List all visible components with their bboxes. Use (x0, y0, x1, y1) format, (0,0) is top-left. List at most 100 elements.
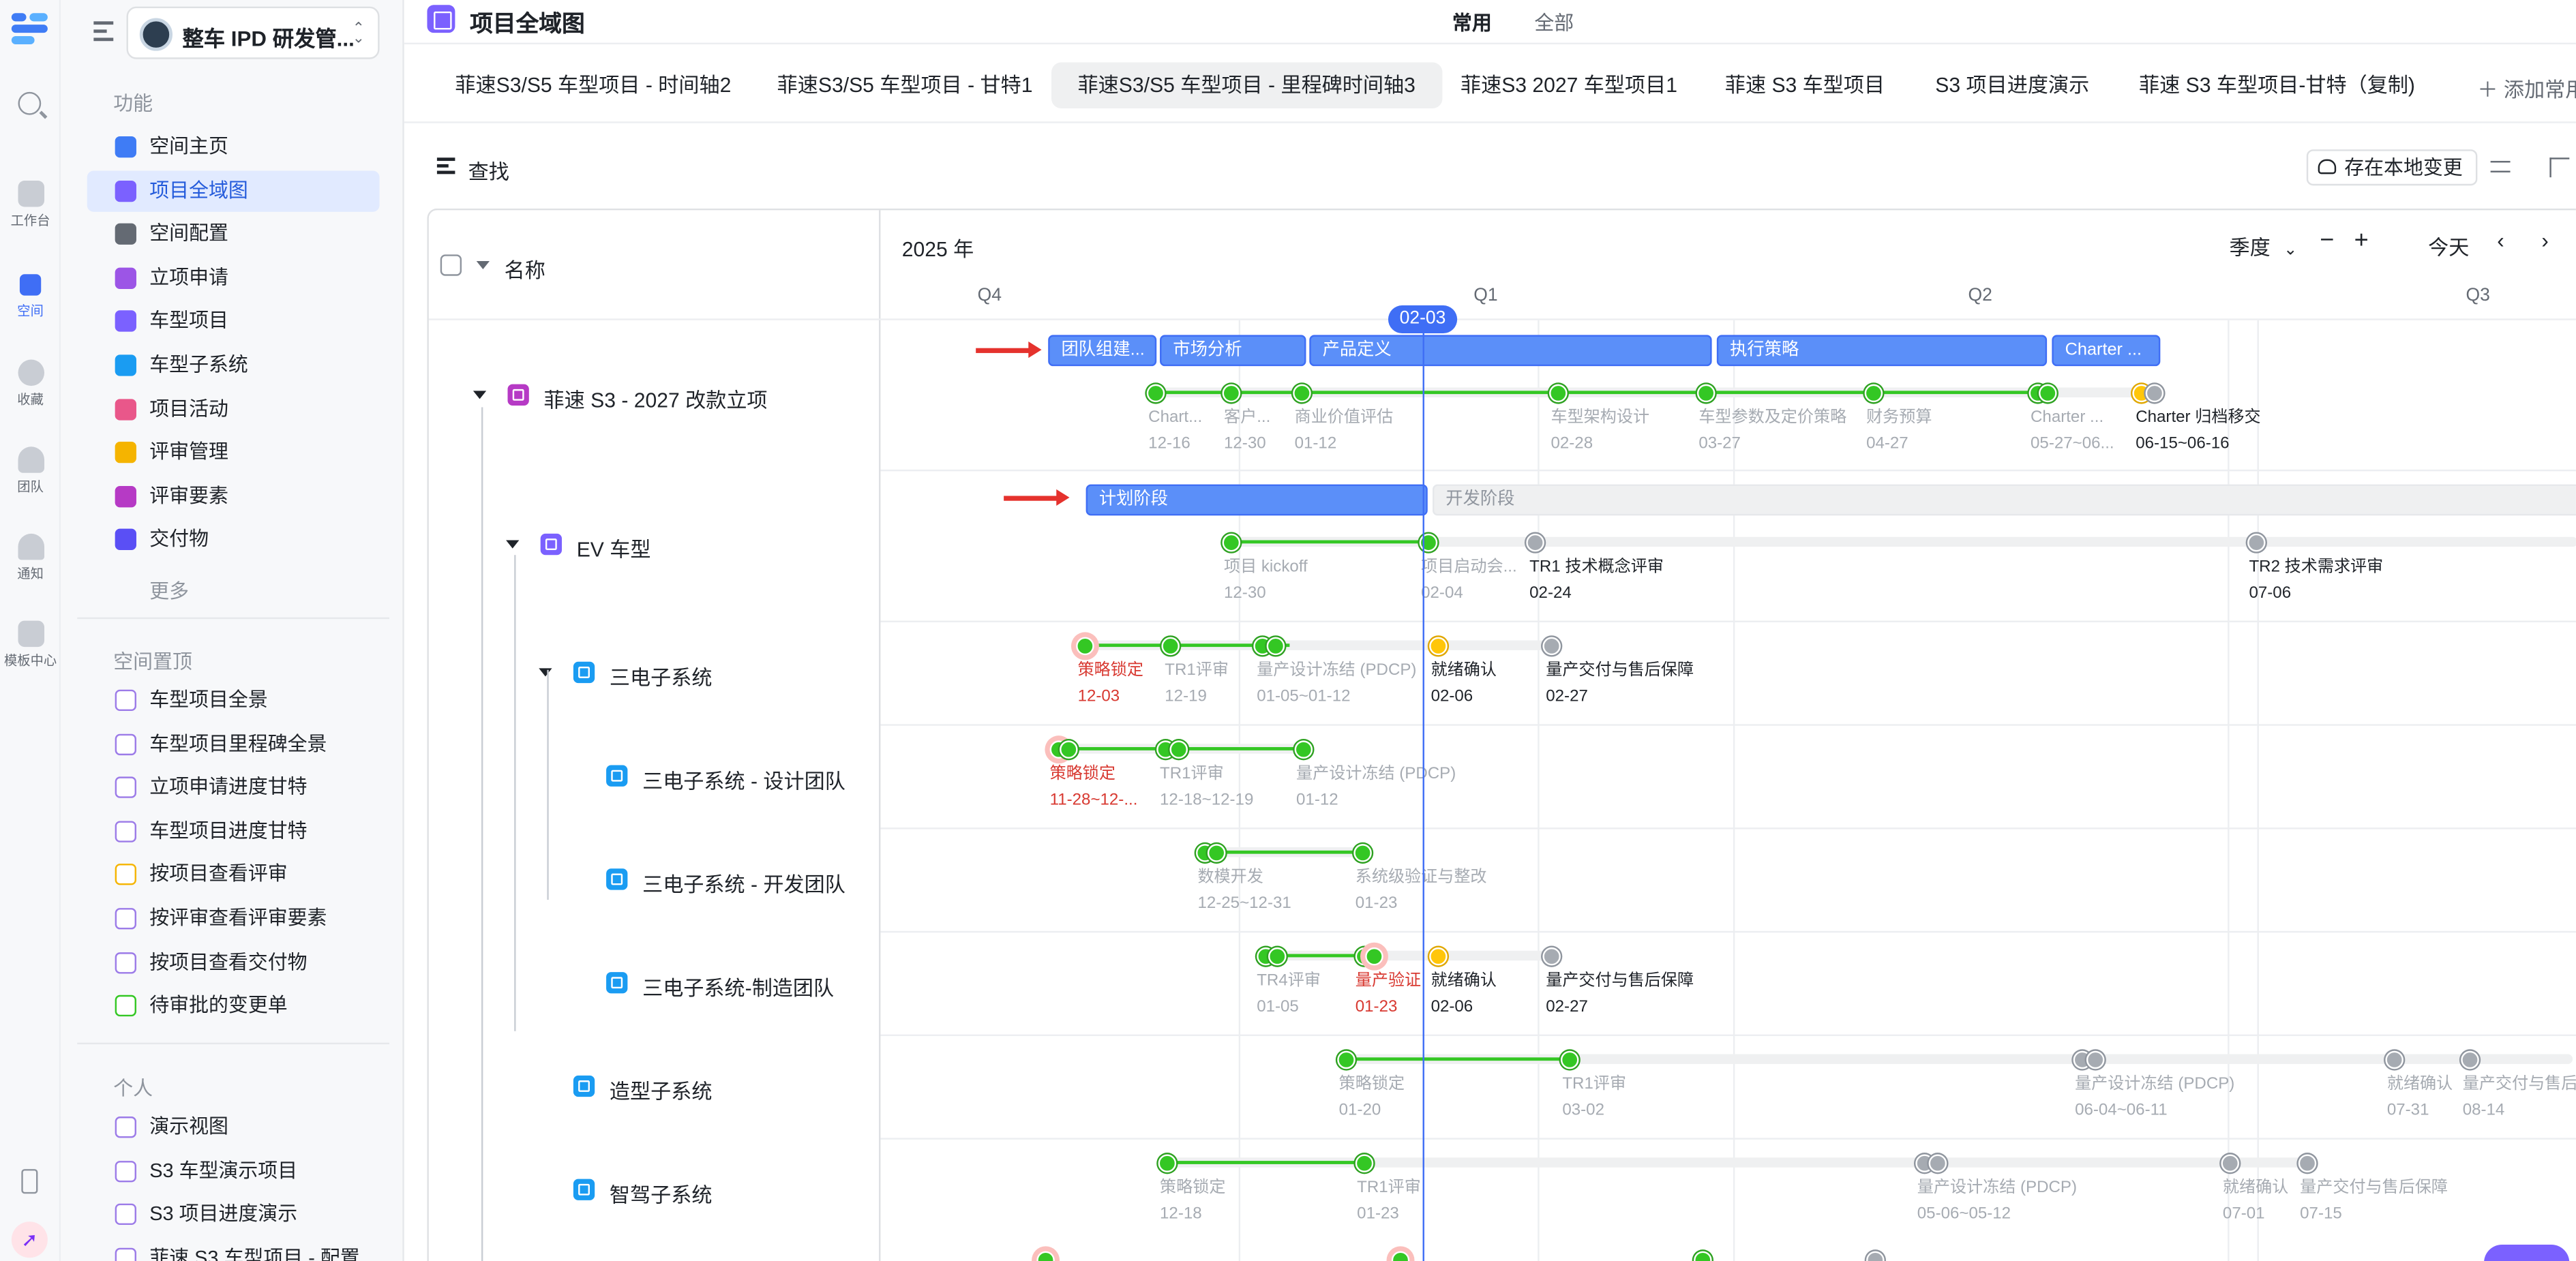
view-tab[interactable]: 菲速S3/S5 车型项目 - 甘特1 (751, 63, 1059, 108)
phase-bar[interactable]: 团队组建... (1048, 335, 1157, 367)
milestone-flag-icon[interactable] (1354, 1153, 1373, 1172)
sidebar-item[interactable]: 按项目查看交付物 (87, 942, 380, 983)
mobile-icon[interactable] (21, 1169, 38, 1194)
view-tab[interactable]: S3 项目进度演示 (1909, 63, 2116, 108)
sidebar-item[interactable]: 待审批的变更单 (87, 986, 380, 1027)
sidebar-item[interactable]: 评审管理 (87, 432, 380, 473)
sidebar-item[interactable]: 按项目查看评审 (87, 855, 380, 896)
milestone-flag-icon[interactable] (1145, 383, 1165, 401)
rail-notify[interactable]: 通知 (0, 533, 61, 583)
today-button[interactable]: 今天 (2428, 230, 2469, 261)
milestone-flag-icon[interactable] (1157, 1153, 1175, 1172)
milestone-flag-icon[interactable] (1390, 1250, 1409, 1261)
milestone-flag-icon[interactable] (1863, 383, 1882, 401)
milestone-flag-icon[interactable] (1548, 383, 1567, 401)
sidebar-item[interactable]: 项目活动 (87, 389, 380, 429)
caret-down-icon[interactable] (506, 540, 520, 549)
milestone-flag-icon[interactable] (2297, 1153, 2316, 1172)
view-tab-active[interactable]: 菲速S3/S5 车型项目 - 里程碑时间轴3 (1051, 62, 1442, 108)
sidebar-item[interactable]: 演示视图 (87, 1107, 380, 1148)
row-name[interactable]: 三电子系统-制造团队 (642, 969, 834, 1001)
caret-down-icon[interactable] (476, 261, 490, 270)
sidebar-item[interactable]: 车型项目 (87, 301, 380, 342)
sidebar-item[interactable]: 车型项目进度甘特 (87, 811, 380, 852)
rocket-icon[interactable]: ➚ (11, 1221, 48, 1258)
view-tab[interactable]: 菲速S3 2027 车型项目1 (1434, 63, 1703, 108)
milestone-flag-icon[interactable] (1542, 636, 1560, 654)
milestone-flag-icon[interactable] (1336, 1050, 1355, 1068)
row-name[interactable]: EV 车型 (577, 532, 651, 563)
zoom-out-button[interactable]: − (2320, 226, 2334, 254)
sidebar-item[interactable]: S3 项目进度演示 (87, 1194, 380, 1235)
collapse-sidebar-icon[interactable] (93, 21, 117, 41)
zoom-select[interactable]: 季度 ⌄ (2230, 230, 2298, 261)
row-name[interactable]: 三电子系统 - 开发团队 (642, 866, 845, 898)
rail-team[interactable]: 团队 (0, 446, 61, 496)
view-tab[interactable]: 菲速 S3 车型项目 (1698, 63, 1911, 108)
row-name[interactable]: 三电子系统 - 设计团队 (642, 763, 845, 794)
sidebar-item[interactable]: S3 车型演示项目 (87, 1151, 380, 1191)
more-link[interactable]: 更多 (149, 577, 189, 605)
milestone-flag-icon[interactable] (1221, 383, 1240, 401)
milestone-flag-icon[interactable] (1418, 532, 1437, 551)
caret-down-icon[interactable] (473, 390, 487, 399)
sidebar-item[interactable]: 车型项目全景 (87, 680, 380, 720)
sidebar-item[interactable]: 空间配置 (87, 214, 380, 255)
tab-common[interactable]: 常用 (1452, 8, 1492, 36)
row-name[interactable]: 智驾子系统 (610, 1176, 713, 1208)
sidebar-item[interactable]: 车型项目里程碑全景 (87, 723, 380, 764)
sidebar-item[interactable]: 空间主页 (87, 126, 380, 167)
zoom-in-button[interactable]: + (2354, 226, 2369, 254)
sidebar-item[interactable]: 评审要素 (87, 476, 380, 517)
milestone-flag-icon[interactable] (2384, 1050, 2403, 1068)
select-all-checkbox[interactable] (440, 254, 462, 276)
space-selector[interactable]: 整车 IPD 研发管... ⌃ ⌄ (126, 6, 380, 59)
search-icon[interactable] (18, 91, 42, 115)
find-button[interactable]: 查找 (436, 154, 509, 185)
milestone-flag-icon[interactable] (2246, 532, 2265, 551)
next-icon[interactable]: › (2541, 228, 2548, 253)
milestone-flag-icon[interactable] (1865, 1250, 1884, 1261)
local-changes-button[interactable]: 存在本地变更 (2306, 149, 2478, 186)
phase-bar[interactable]: 市场分析 (1160, 335, 1306, 367)
sidebar-item[interactable]: 交付物 (87, 519, 380, 560)
milestone-flag-icon[interactable] (1291, 383, 1311, 401)
milestone-flag-icon[interactable] (1160, 636, 1179, 654)
caret-down-icon[interactable] (539, 667, 552, 676)
settings-sliders-icon[interactable] (2490, 159, 2511, 176)
sidebar-item[interactable]: 立项申请进度甘特 (87, 767, 380, 808)
rail-templates[interactable]: 模板中心 (0, 620, 61, 670)
milestone-flag-icon[interactable] (1036, 1250, 1054, 1261)
phase-bar[interactable]: 开发阶段 (1432, 484, 2576, 516)
app-logo-icon[interactable] (11, 13, 48, 45)
milestone-flag-icon[interactable] (1559, 1050, 1578, 1068)
phase-bar[interactable]: 执行策略 (1716, 335, 2048, 367)
sidebar-item[interactable]: 项目全域图 (87, 170, 380, 211)
rail-space[interactable]: 空间 (0, 274, 61, 320)
milestone-flag-icon[interactable] (1692, 1250, 1711, 1261)
milestone-flag-icon[interactable] (1075, 636, 1094, 654)
milestone-flag-icon[interactable] (1542, 946, 1560, 965)
floating-action-button[interactable] (2484, 1244, 2570, 1261)
tab-all[interactable]: 全部 (1534, 8, 1574, 36)
phase-bar[interactable]: 产品定义 (1309, 335, 1712, 367)
milestone-flag-icon[interactable] (1221, 532, 1240, 551)
milestone-flag-icon[interactable] (1428, 946, 1447, 965)
prev-icon[interactable]: ‹ (2497, 228, 2504, 253)
sidebar-item[interactable]: 菲速 S3 车型项目 - 配置 (87, 1238, 380, 1261)
sidebar-item[interactable]: 立项申请 (87, 258, 380, 299)
view-tab[interactable]: 菲速S3/S5 车型项目 - 时间轴2 (429, 63, 758, 108)
phase-bar[interactable]: Charter ... (2052, 335, 2161, 367)
milestone-flag-icon[interactable] (1293, 740, 1312, 758)
sidebar-item[interactable]: 车型子系统 (87, 345, 380, 386)
milestone-flag-icon[interactable] (2220, 1153, 2238, 1172)
phase-bar[interactable]: 计划阶段 (1085, 484, 1428, 516)
milestone-flag-icon[interactable] (1525, 532, 1544, 551)
fullscreen-icon[interactable] (2549, 157, 2570, 178)
add-common-button[interactable]: ＋ 添加常用 (2477, 72, 2576, 104)
view-tab[interactable]: 菲速 S3 车型项目-甘特（复制) (2112, 63, 2441, 108)
milestone-flag-icon[interactable] (1353, 842, 1371, 862)
row-name[interactable]: 三电子系统 (610, 659, 713, 690)
row-name[interactable]: 菲速 S3 - 2027 改款立项 (544, 382, 768, 413)
rail-favorites[interactable]: 收藏 (0, 359, 61, 409)
